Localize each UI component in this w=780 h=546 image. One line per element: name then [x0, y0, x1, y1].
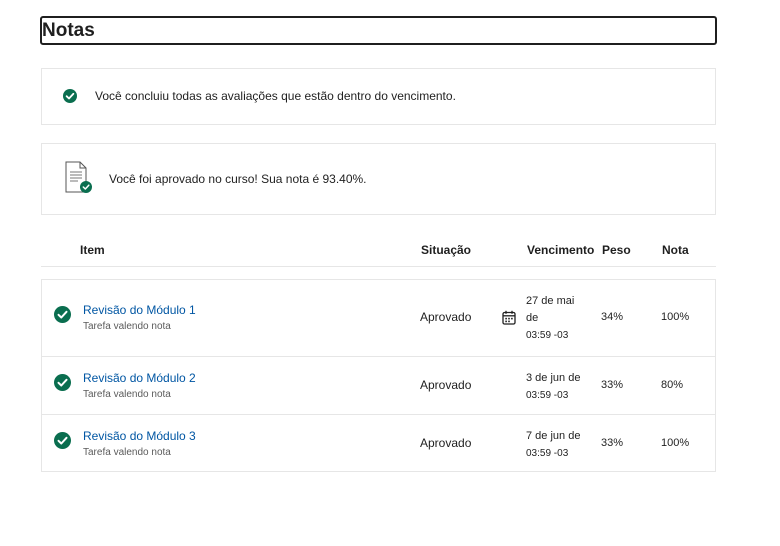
table-row: Revisão do Módulo 3 Tarefa valendo nota …	[42, 414, 715, 471]
item-link-module-3[interactable]: Revisão do Módulo 3	[83, 429, 196, 443]
status-text: Aprovado	[420, 310, 472, 324]
item-subtitle: Tarefa valendo nota	[83, 389, 171, 400]
weight-value: 34%	[601, 311, 624, 323]
grades-table-header: Item Situação Vencimento Peso Nota	[41, 236, 716, 267]
calendar-icon	[502, 310, 516, 330]
header-grade: Nota	[662, 243, 689, 257]
page-title-container: Notas	[40, 16, 717, 45]
passed-message: Você foi aprovado no curso! Sua nota é 9…	[109, 172, 367, 186]
due-date-line: 27 de mai	[526, 295, 575, 307]
due-time: 03:59 -03	[526, 390, 569, 401]
due-date-line: 7 de jun de	[526, 430, 581, 442]
status-text: Aprovado	[420, 436, 472, 450]
item-link-module-1[interactable]: Revisão do Módulo 1	[83, 303, 196, 317]
weight-value: 33%	[601, 379, 624, 391]
item-subtitle: Tarefa valendo nota	[83, 321, 171, 332]
due-date: 27 de mai de 03:59 -03	[526, 293, 574, 344]
page-title: Notas	[42, 20, 95, 41]
header-status: Situação	[421, 243, 472, 257]
due-time: 03:59 -03	[526, 448, 569, 459]
weight-value: 33%	[601, 437, 624, 449]
header-item: Item	[80, 243, 105, 257]
table-row: Revisão do Módulo 2 Tarefa valendo nota …	[42, 356, 715, 414]
item-subtitle: Tarefa valendo nota	[83, 447, 171, 458]
grade-value: 100%	[661, 311, 690, 323]
passed-banner: Você foi aprovado no curso! Sua nota é 9…	[41, 143, 716, 215]
header-due: Vencimento	[527, 243, 595, 257]
check-circle-icon	[54, 432, 71, 449]
grades-table-body: Revisão do Módulo 1 Tarefa valendo nota …	[41, 279, 716, 472]
check-circle-icon	[54, 374, 71, 391]
grade-value: 80%	[661, 379, 684, 391]
check-circle-icon	[54, 306, 71, 323]
grade-value: 100%	[661, 437, 690, 449]
due-date: 7 de jun de 03:59 -03	[526, 428, 580, 462]
item-link-module-2[interactable]: Revisão do Módulo 2	[83, 371, 196, 385]
due-date-line: de	[526, 312, 539, 324]
check-circle-icon	[63, 89, 77, 103]
due-date-line: 3 de jun de	[526, 372, 581, 384]
table-row: Revisão do Módulo 1 Tarefa valendo nota …	[42, 280, 715, 356]
completed-message: Você concluiu todas as avaliações que es…	[95, 89, 456, 103]
header-weight: Peso	[602, 243, 631, 257]
completed-banner: Você concluiu todas as avaliações que es…	[41, 68, 716, 125]
document-check-icon	[64, 161, 94, 200]
due-time: 03:59 -03	[526, 330, 569, 341]
due-date: 3 de jun de 03:59 -03	[526, 370, 580, 404]
status-text: Aprovado	[420, 378, 472, 392]
